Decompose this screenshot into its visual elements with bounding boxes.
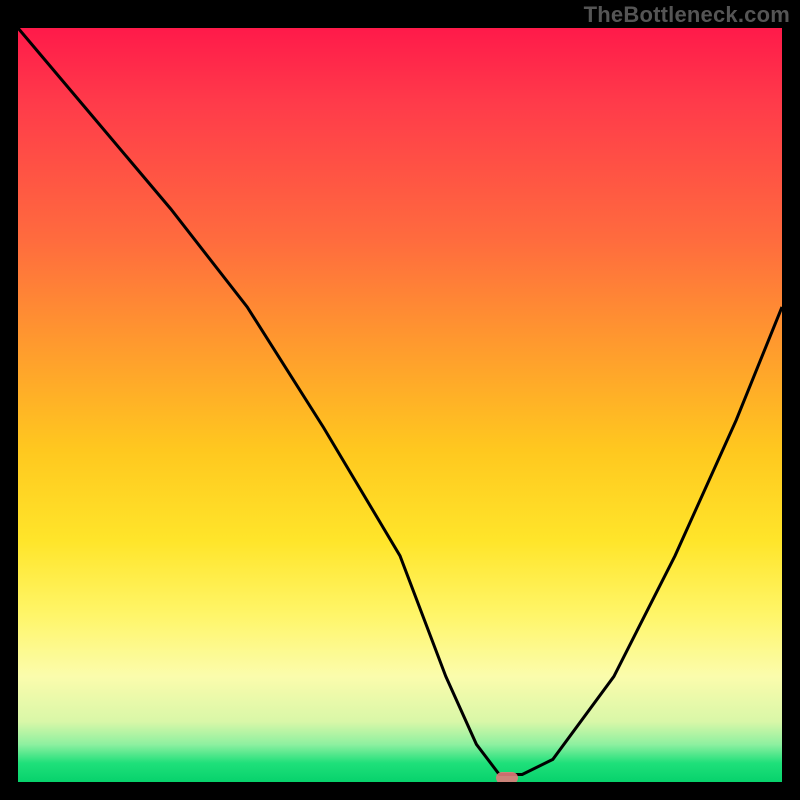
plot-area bbox=[18, 28, 782, 782]
curve-path bbox=[18, 28, 782, 775]
watermark-text: TheBottleneck.com bbox=[584, 2, 790, 28]
chart-frame: TheBottleneck.com bbox=[0, 0, 800, 800]
bottleneck-curve bbox=[18, 28, 782, 782]
optimal-point-marker bbox=[496, 772, 518, 782]
